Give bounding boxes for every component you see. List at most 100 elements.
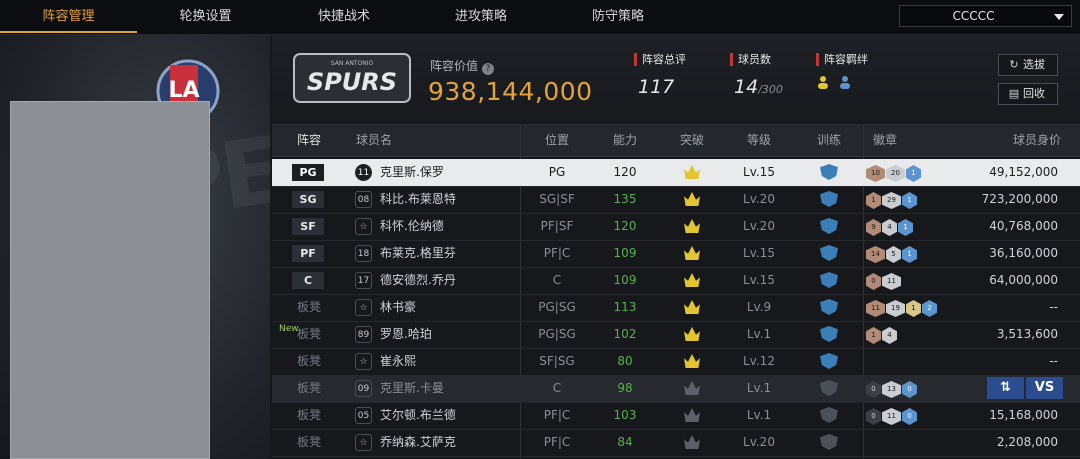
tab-offense-strategy[interactable]: 进攻策略: [414, 0, 548, 33]
col-breakthrough[interactable]: 突破: [672, 125, 712, 156]
crown-icon[interactable]: [684, 327, 700, 341]
tab-lineup-management[interactable]: 阵容管理: [0, 0, 137, 33]
col-position[interactable]: 位置: [537, 125, 577, 156]
training-shield-icon[interactable]: [820, 326, 838, 342]
training-shield-icon[interactable]: [820, 272, 838, 288]
training-shield-icon[interactable]: [820, 164, 838, 180]
crown-icon[interactable]: [684, 165, 700, 179]
jersey-number: 11: [355, 164, 372, 181]
badge-group: 0 11: [866, 272, 902, 290]
col-training[interactable]: 训练: [809, 125, 849, 156]
training-shield-icon[interactable]: [820, 245, 838, 261]
player-name[interactable]: 科怀.伦纳德: [380, 213, 444, 240]
blue-people-icon[interactable]: [838, 74, 852, 89]
player-level: Lv.9: [746, 300, 772, 314]
player-name[interactable]: 科比.布莱恩特: [380, 186, 456, 213]
training-shield-icon[interactable]: [820, 353, 838, 369]
badge-hex-icon: 1: [898, 219, 913, 236]
badge-hex-icon: 1: [906, 300, 921, 317]
player-count-max: /300: [758, 83, 783, 96]
player-name[interactable]: 林书豪: [380, 294, 416, 321]
crown-icon[interactable]: [684, 192, 700, 206]
table-row[interactable]: C 17 德安德烈.乔丹 C 109 Lv.15 0 11 64,000,000: [272, 267, 1080, 295]
player-name[interactable]: 崔永熙: [380, 348, 416, 375]
help-icon[interactable]: ?: [482, 63, 495, 75]
player-name[interactable]: 布莱克.格里芬: [380, 240, 456, 267]
star-icon: ☆: [355, 299, 372, 316]
crown-icon[interactable]: [684, 408, 700, 422]
player-ability: 109: [613, 273, 637, 287]
player-name[interactable]: 克里斯.卡曼: [380, 375, 444, 402]
col-slot[interactable]: 阵容: [290, 125, 328, 156]
table-row[interactable]: New 板凳 89 罗恩.哈珀 PG|SG 102 Lv.1 1 4 3,513,600: [272, 321, 1080, 349]
player-level: Lv.20: [743, 219, 775, 233]
recycle-button[interactable]: ▤ 回收: [998, 83, 1058, 105]
badge-hex-icon: 0: [902, 381, 917, 398]
training-shield-icon[interactable]: [820, 191, 838, 207]
tab-defense-strategy[interactable]: 防守策略: [548, 0, 688, 33]
player-name[interactable]: 乔纳森.艾萨克: [380, 429, 456, 456]
position-slot-badge: PG: [292, 164, 324, 181]
swap-button[interactable]: ⇅: [987, 377, 1024, 399]
team-select[interactable]: CCCCC: [899, 5, 1072, 27]
position-slot-badge: SF: [292, 218, 324, 235]
badge-group: 0 11 0: [866, 407, 918, 425]
table-row[interactable]: 板凳 05 艾尔顿.布兰德 PF|C 103 Lv.1 0 11 0 15,168,000: [272, 402, 1080, 430]
col-salary[interactable]: 球员身价: [1007, 125, 1067, 156]
col-name[interactable]: 球员名: [354, 125, 394, 156]
table-row[interactable]: SF ☆ 科怀.伦纳德 PF|SF 120 Lv.20 9 4 1 40,768,000: [272, 213, 1080, 241]
tab-quick-tactics[interactable]: 快捷战术: [274, 0, 414, 33]
crown-icon[interactable]: [684, 246, 700, 260]
player-position: C: [552, 273, 562, 287]
jersey-number: 18: [355, 245, 372, 262]
col-level[interactable]: 等级: [739, 125, 779, 156]
table-row[interactable]: 板凳 09 克里斯.卡曼 C 98 Lv.1 0 13 0 ⇅ VS: [272, 375, 1080, 403]
training-shield-icon[interactable]: [820, 380, 838, 396]
crown-icon[interactable]: [684, 381, 700, 395]
player-portrait-placeholder: [10, 101, 210, 459]
gold-people-icon[interactable]: [816, 74, 830, 89]
table-row[interactable]: 板凳 ☆ 林书豪 PG|SG 113 Lv.9 11 19 1 2 --: [272, 294, 1080, 322]
table-row[interactable]: PG 11 克里斯.保罗 PG 120 Lv.15 10 20 1 49,152,000: [272, 159, 1080, 187]
player-count: 球员数 14/300: [730, 53, 783, 98]
table-row[interactable]: SG 08 科比.布莱恩特 SG|SF 135 Lv.20 1 29 1 723,200,000: [272, 186, 1080, 214]
player-position: PG|SG: [538, 300, 576, 314]
crown-icon[interactable]: [684, 354, 700, 368]
table-row[interactable]: PF 18 布莱克.格里芬 PF|C 109 Lv.15 14 5 1 36,160,000: [272, 240, 1080, 268]
slot-label: 板凳: [296, 327, 321, 341]
badge-hex-icon: 1: [866, 327, 881, 344]
player-level: Lv.12: [743, 354, 775, 368]
player-name[interactable]: 艾尔顿.布兰德: [380, 402, 456, 429]
table-row[interactable]: 板凳 ☆ 乔纳森.艾萨克 PF|C 84 Lv.20 2,208,000: [272, 429, 1080, 457]
crown-icon[interactable]: [684, 219, 700, 233]
col-badges[interactable]: 徽章: [865, 125, 905, 156]
player-name[interactable]: 克里斯.保罗: [380, 159, 444, 186]
slot-label: 板凳: [296, 381, 321, 395]
tab-rotation-settings[interactable]: 轮换设置: [137, 0, 274, 33]
player-name[interactable]: 德安德烈.乔丹: [380, 267, 456, 294]
player-level: Lv.20: [743, 435, 775, 449]
col-ability[interactable]: 能力: [605, 125, 645, 156]
training-shield-icon[interactable]: [820, 407, 838, 423]
player-level: Lv.1: [746, 381, 772, 395]
training-shield-icon[interactable]: [820, 299, 838, 315]
badge-hex-icon: 20: [886, 165, 905, 182]
player-ability: 84: [617, 435, 633, 449]
training-shield-icon[interactable]: [820, 218, 838, 234]
player-salary: --: [1049, 300, 1058, 314]
badge-hex-icon: 1: [902, 246, 917, 263]
select-button[interactable]: ↻ 选拔: [998, 54, 1058, 76]
table-row[interactable]: 板凳 ☆ 崔永熙 SF|SG 80 Lv.12 --: [272, 348, 1080, 376]
badge-hex-icon: 29: [882, 192, 901, 209]
player-name[interactable]: 罗恩.哈珀: [380, 321, 432, 348]
vs-button[interactable]: VS: [1026, 377, 1063, 399]
badge-group: 11 19 1 2: [866, 299, 938, 317]
crown-icon[interactable]: [684, 273, 700, 287]
player-position: PF|C: [543, 435, 571, 449]
crown-icon[interactable]: [684, 435, 700, 449]
crown-icon[interactable]: [684, 300, 700, 314]
player-ability: 103: [613, 408, 637, 422]
player-ability: 80: [617, 354, 633, 368]
training-shield-icon[interactable]: [820, 434, 838, 450]
badge-hex-icon: 13: [882, 381, 901, 398]
